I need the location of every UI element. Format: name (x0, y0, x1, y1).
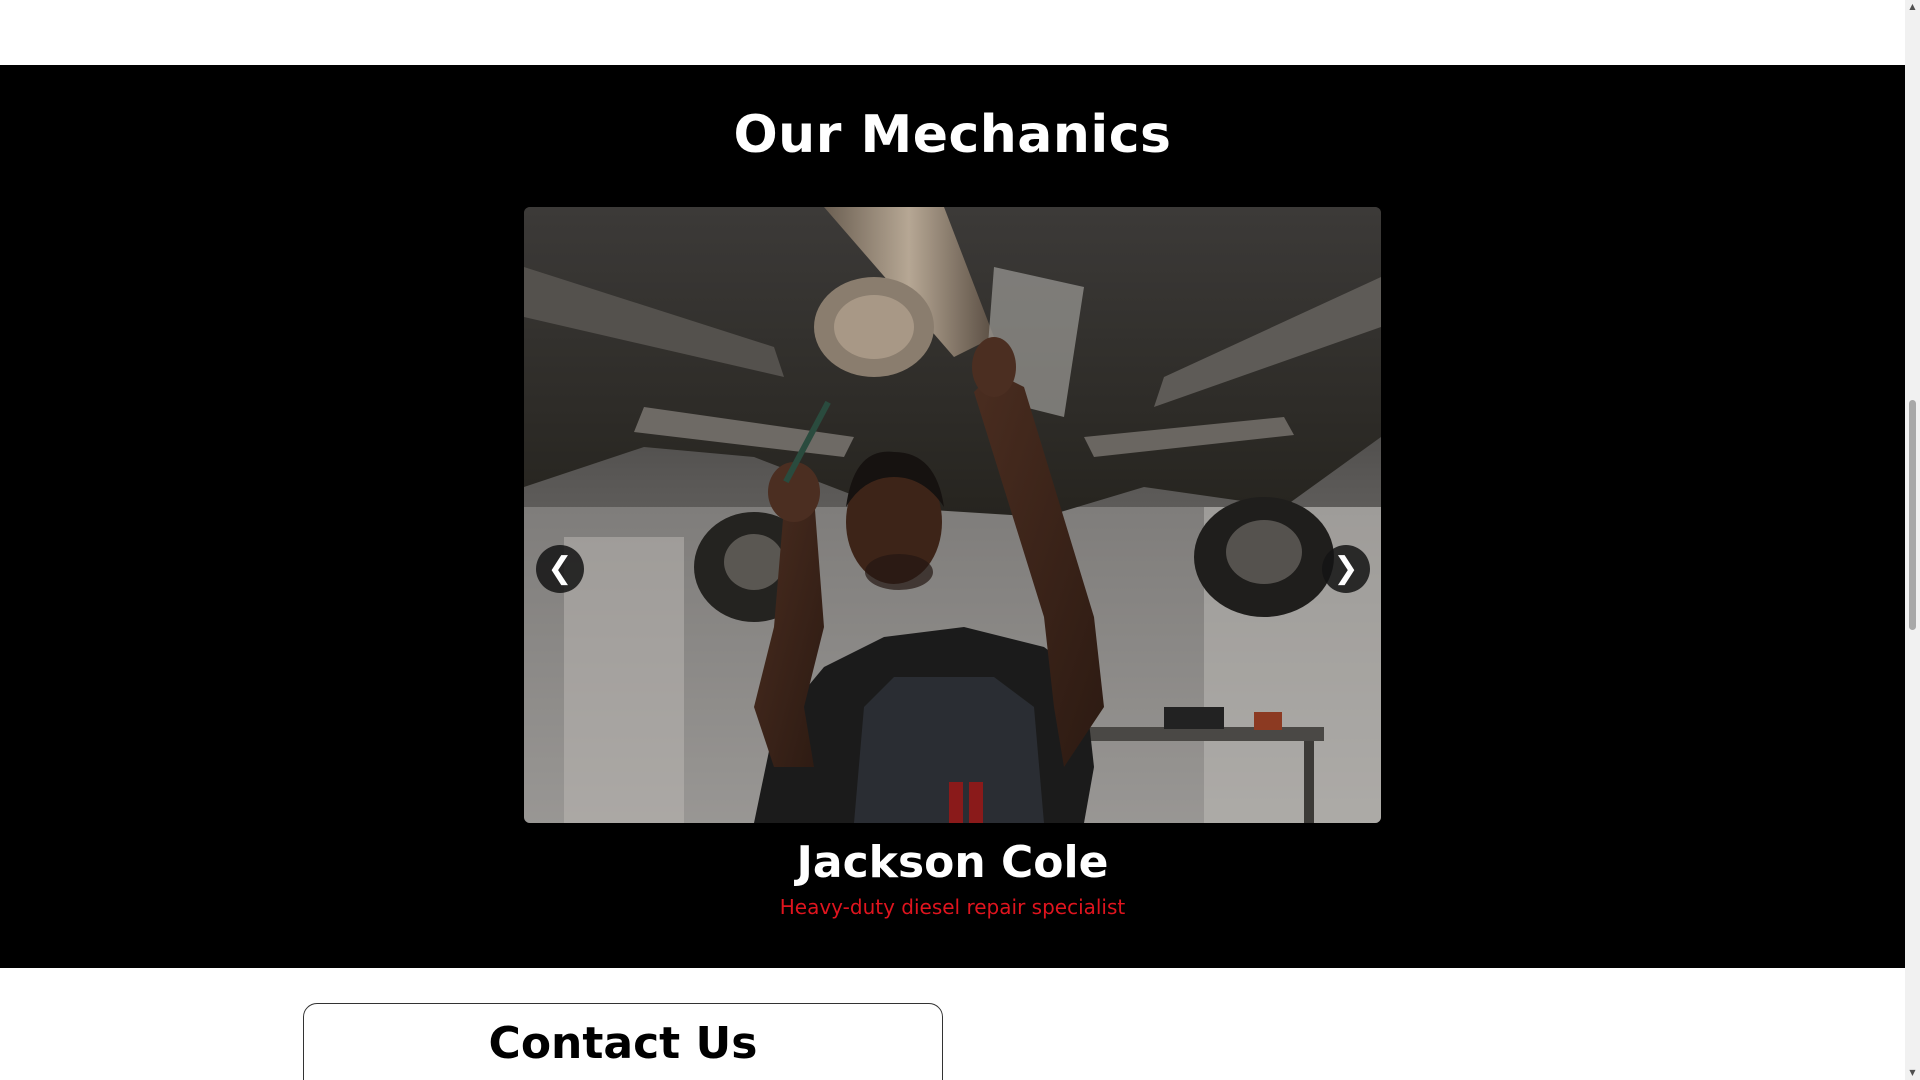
carousel-next-button[interactable]: ❯ (1322, 545, 1370, 593)
contact-title: Contact Us (488, 1018, 758, 1069)
mechanic-name: Jackson Cole (796, 837, 1109, 888)
scroll-up-arrow-icon[interactable]: ▲ (1905, 0, 1920, 14)
page-scrollbar[interactable]: ▲ ▼ (1905, 0, 1920, 1080)
chevron-left-icon: ❮ (547, 551, 573, 586)
mechanic-role: Heavy-duty diesel repair specialist (779, 895, 1126, 919)
mechanic-photo (524, 207, 1381, 823)
chevron-right-icon: ❯ (1333, 551, 1359, 586)
contact-card: Contact Us (303, 1003, 943, 1080)
scroll-down-arrow-icon[interactable]: ▼ (1905, 1066, 1920, 1080)
mechanics-section: Our Mechanics ❮ ❯ Jackson Cole Heavy-dut… (0, 65, 1905, 968)
scroll-thumb[interactable] (1909, 400, 1916, 630)
page: Our Mechanics ❮ ❯ Jackson Cole Heavy-dut… (0, 0, 1905, 1080)
mechanics-carousel: ❮ ❯ (524, 207, 1381, 823)
top-spacer (0, 0, 1905, 65)
section-title: Our Mechanics (733, 105, 1172, 165)
carousel-prev-button[interactable]: ❮ (536, 545, 584, 593)
